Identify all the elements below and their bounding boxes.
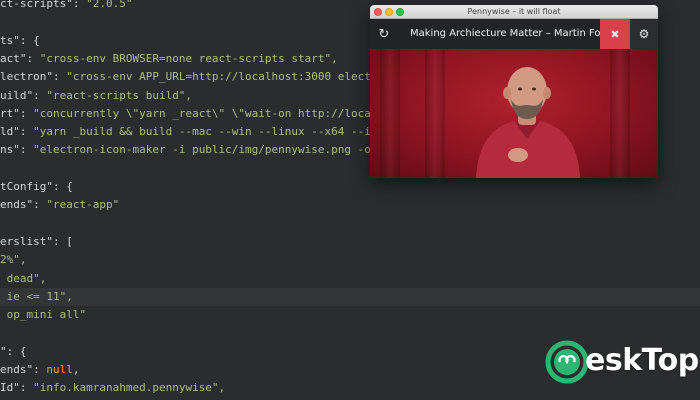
code-token: 2%", (0, 253, 27, 267)
code-line[interactable] (0, 324, 700, 342)
desktop-logo-icon (545, 340, 589, 384)
code-token: ld": (0, 125, 34, 139)
code-token: "info.kamranahmed.pennywise", (33, 381, 226, 395)
code-token: "2.0.5" (86, 0, 133, 10)
code-token: "react-scripts build", (46, 88, 193, 102)
code-token: tConfig": { (0, 180, 73, 193)
code-token: ends": (0, 363, 47, 376)
code-token: erslist": [ (0, 234, 73, 248)
video-title: Making Archiecture Matter – Martin Fowle… (410, 28, 600, 39)
code-token: "electron-icon-maker -i public/img/penny… (33, 143, 424, 157)
speaker-figure (476, 67, 580, 178)
code-token: "react-app" (46, 198, 120, 212)
settings-button[interactable]: ⚙ (630, 19, 658, 49)
code-line[interactable]: tConfig": { (0, 178, 700, 196)
code-line[interactable]: 2%", (0, 251, 700, 269)
curtain-fold (425, 49, 445, 178)
code-token: ": { (0, 344, 27, 358)
code-line[interactable]: ends": "react-app" (0, 196, 700, 214)
code-line[interactable]: ie <= 11", (0, 287, 700, 306)
video-player[interactable] (370, 49, 658, 178)
code-token: dead", (0, 271, 47, 285)
curtain-fold (380, 49, 400, 178)
code-token: ns": (0, 143, 34, 157)
code-token: rt": (0, 106, 34, 120)
code-token: , (72, 363, 80, 376)
reload-icon: ↻ (378, 26, 390, 42)
code-token: op_mini all" (0, 308, 87, 322)
close-video-button[interactable]: ✖ (600, 19, 630, 49)
close-icon: ✖ (610, 27, 620, 41)
gear-icon: ⚙ (638, 27, 650, 41)
pennywise-floating-window[interactable]: Pennywise – it will float ↻ Making Archi… (370, 5, 658, 178)
code-token: uild": (0, 88, 47, 102)
curtain-fold (610, 49, 630, 178)
code-line[interactable]: dead", (0, 270, 700, 288)
code-token: ends": (0, 198, 47, 212)
code-token: ts": { (0, 33, 40, 47)
code-line[interactable]: erslist": [ (0, 233, 700, 251)
code-token: "cross-env APP_URL=http://localhost:3000… (66, 70, 418, 84)
watermark-brand-text: eskTop (585, 343, 699, 378)
code-token: lectron": (0, 70, 67, 84)
code-token: "cross-env BROWSER=none react-scripts st… (39, 51, 338, 65)
code-line[interactable] (0, 215, 700, 233)
code-token: act": (0, 51, 40, 65)
code-line[interactable]: Id": "info.kamranahmed.pennywise", (0, 379, 700, 397)
code-line[interactable]: op_mini all" (0, 306, 700, 324)
code-token: ct-scripts": (0, 0, 87, 10)
video-toolbar: ↻ Making Archiecture Matter – Martin Fow… (370, 19, 658, 49)
window-titlebar[interactable]: Pennywise – it will float (370, 5, 658, 19)
code-token: Id": (0, 381, 34, 395)
code-token: ie <= 11", (0, 289, 73, 303)
window-title: Pennywise – it will float (467, 7, 561, 16)
code-token: null (46, 363, 73, 376)
reload-button[interactable]: ↻ (370, 19, 398, 49)
